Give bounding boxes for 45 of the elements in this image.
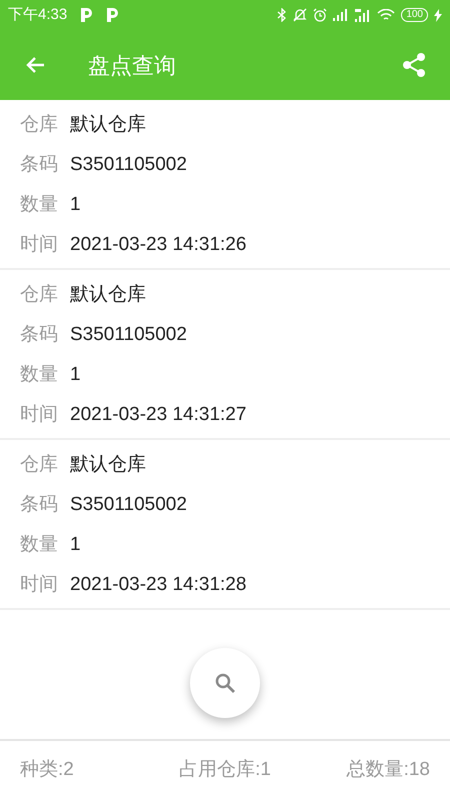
field-label: 数量 [20,192,59,217]
record-card[interactable]: 仓库 默认仓库 条码 S3501105002 数量 1 时间 2021-03-23 14:31:27 [0,270,450,440]
bluetooth-icon [277,8,288,22]
search-icon [213,671,237,695]
record-card[interactable]: 仓库 默认仓库 条码 S3501105002 数量 1 时间 2021-03-23 14:31:28 [0,440,450,610]
field-label: 仓库 [20,112,59,137]
share-icon [402,52,426,78]
field-label: 仓库 [20,282,59,307]
field-label: 数量 [20,362,59,387]
field-value: S3501105002 [70,322,187,347]
signal-icon [333,9,350,21]
field-label: 条码 [20,152,59,177]
wifi-icon [377,8,396,22]
field-label: 数量 [20,532,59,557]
field-label: 时间 [20,232,59,257]
field-label: 条码 [20,322,59,347]
summary-text: 占用仓库:1 [179,758,271,782]
notification-icon [79,7,94,23]
alarm-icon [313,8,328,22]
battery-indicator: 100 [401,8,428,22]
page-title: 盘点查询 [88,52,176,80]
field-value: 1 [70,362,81,387]
field-value: S3501105002 [70,492,187,517]
status-time: 下午4:33 [8,4,68,25]
field-value: 2021-03-23 14:31:28 [70,572,246,597]
field-value: 1 [70,532,81,557]
record-card[interactable]: 仓库 默认仓库 条码 S3501105002 数量 1 时间 2021-03-23 14:31:26 [0,100,450,270]
field-value: 默认仓库 [70,282,146,307]
field-label: 时间 [20,572,59,597]
field-value: 默认仓库 [70,452,146,477]
field-value: 1 [70,192,81,217]
bell-muted-icon [293,8,308,22]
summary-text: 种类:2 [20,758,74,782]
field-value: 2021-03-23 14:31:26 [70,232,246,257]
field-value: S3501105002 [70,152,187,177]
notification-icon [105,7,120,23]
summary-text: 总数量:18 [346,758,430,782]
field-label: 条码 [20,492,59,517]
signal-icon [355,8,372,22]
search-button[interactable] [190,648,260,718]
field-label: 仓库 [20,452,59,477]
field-value: 2021-03-23 14:31:27 [70,402,246,427]
field-label: 时间 [20,402,59,427]
charging-icon [434,8,442,22]
field-value: 默认仓库 [70,112,146,137]
